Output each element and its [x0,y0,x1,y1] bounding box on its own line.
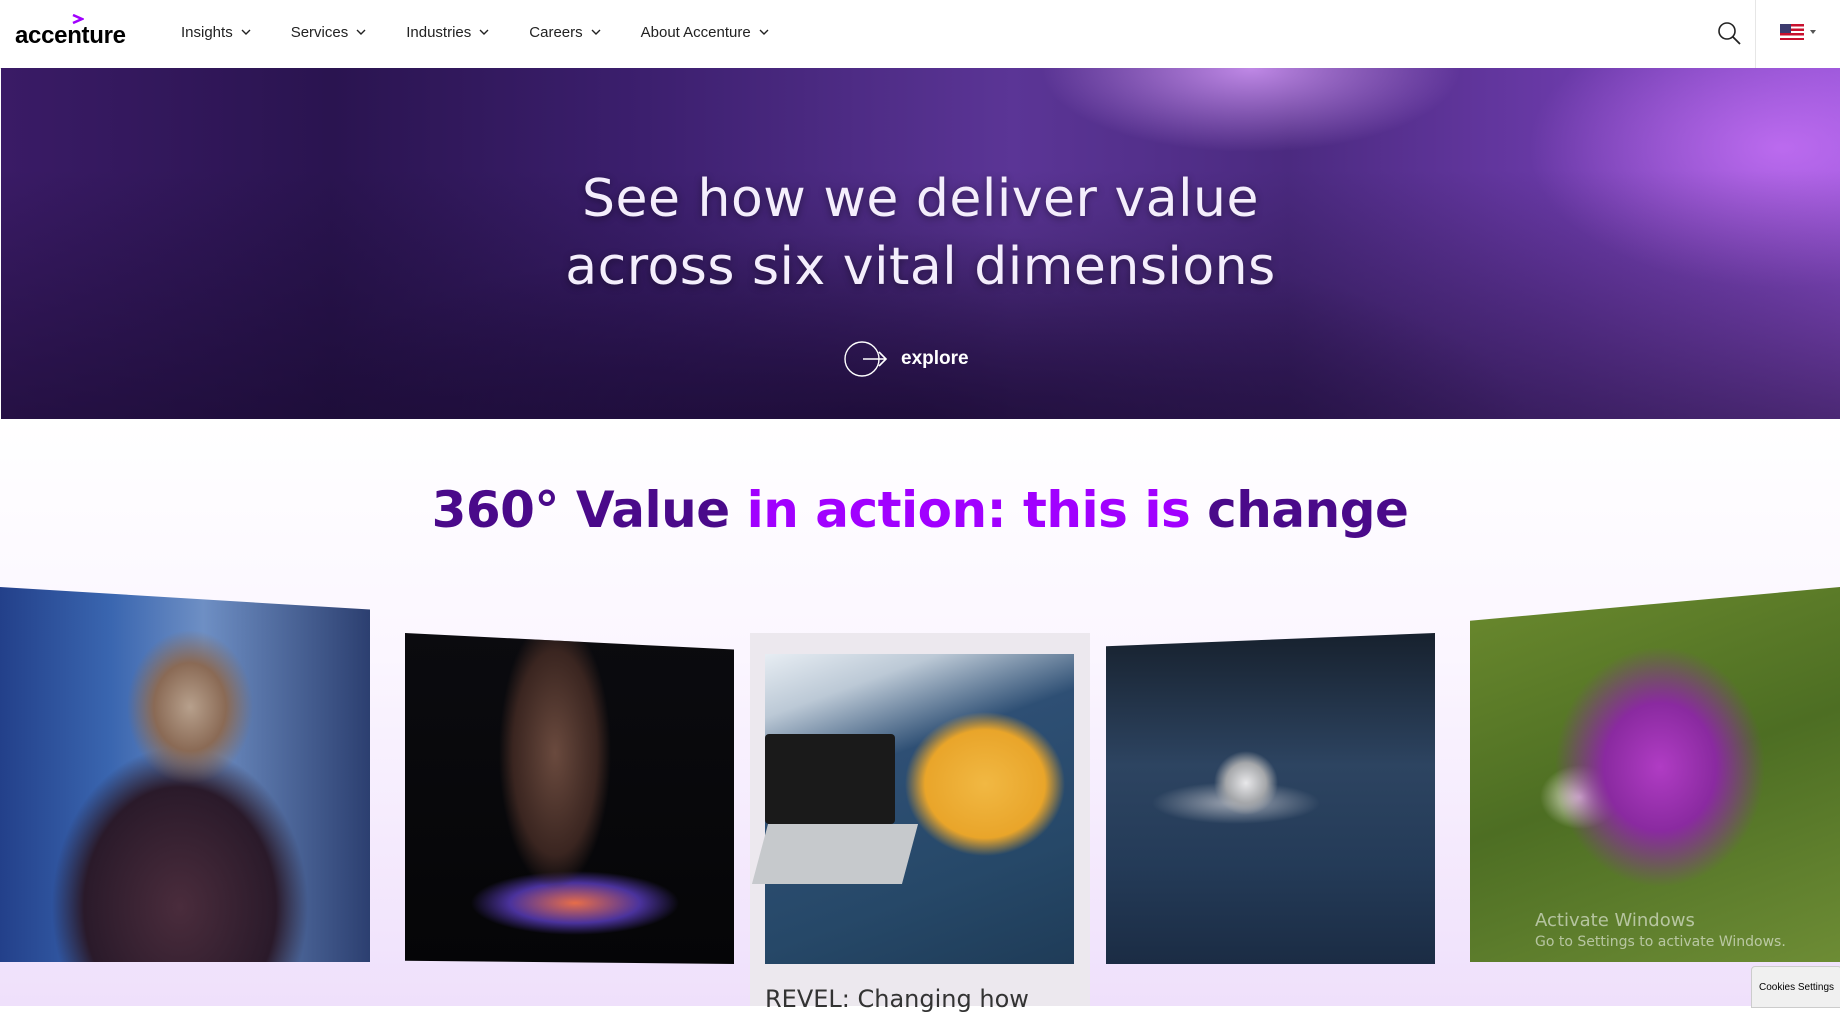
accenture-logo[interactable]: accenture [15,14,126,49]
nav-item-services[interactable]: Services [291,24,367,41]
hero-banner: See how we deliver value across six vita… [1,68,1840,419]
nav-label: Industries [406,23,472,41]
windows-activation-watermark: Activate Windows Go to Settings to activ… [1535,910,1786,950]
hero-title: See how we deliver value across six vita… [1,165,1840,301]
explore-label: explore [901,348,969,369]
featured-card-image [751,654,1074,964]
nav-item-industries[interactable]: Industries [406,24,489,41]
title-part2: in action: this is [746,481,1191,539]
title-part3: change [1207,481,1409,539]
explore-link[interactable]: explore [843,340,969,378]
section-title: 360° Value in action: this is change [0,481,1840,539]
chevron-down-icon [759,29,769,35]
nav-item-about[interactable]: About Accenture [641,24,769,41]
search-icon[interactable] [1716,20,1742,46]
header-divider [1755,0,1756,68]
chevron-down-icon [479,29,489,35]
carousel-card-1[interactable] [0,587,370,962]
laptop-screen [765,734,895,824]
carousel-card-5[interactable] [1470,587,1840,962]
us-flag-icon [1780,24,1804,40]
nav-label: Insights [181,23,233,41]
chevron-down-icon [356,29,366,35]
logo-text: accenture [15,22,126,49]
arrow-circle-icon [844,341,888,377]
carousel-card-featured[interactable]: REVEL: Changing how [750,633,1090,1013]
chevron-down-icon [241,29,251,35]
site-header: accenture Insights Services Industries C… [0,0,1840,69]
nav-item-insights[interactable]: Insights [181,24,251,41]
chevron-down-icon [591,29,601,35]
featured-card-caption: REVEL: Changing how [765,985,1029,1013]
watermark-line2: Go to Settings to activate Windows. [1535,934,1786,950]
carousel-card-4[interactable] [1106,633,1435,964]
laptop-base [751,824,919,884]
nav-label: Services [290,23,349,41]
hero-title-line2: across six vital dimensions [565,237,1276,297]
nav-label: Careers [529,23,583,41]
locale-selector[interactable] [1780,22,1824,42]
hero-title-line1: See how we deliver value [581,169,1259,229]
nav-label: About Accenture [640,23,751,41]
watermark-line1: Activate Windows [1535,910,1695,931]
carousel-card-2[interactable] [405,633,734,964]
nav-item-careers[interactable]: Careers [529,23,601,41]
cookies-settings-button[interactable]: Cookies Settings [1751,966,1840,1008]
caret-down-icon [1810,30,1816,34]
title-part1: 360° Value [431,481,731,539]
main-nav: Insights Services Industries Careers Abo… [181,0,809,64]
